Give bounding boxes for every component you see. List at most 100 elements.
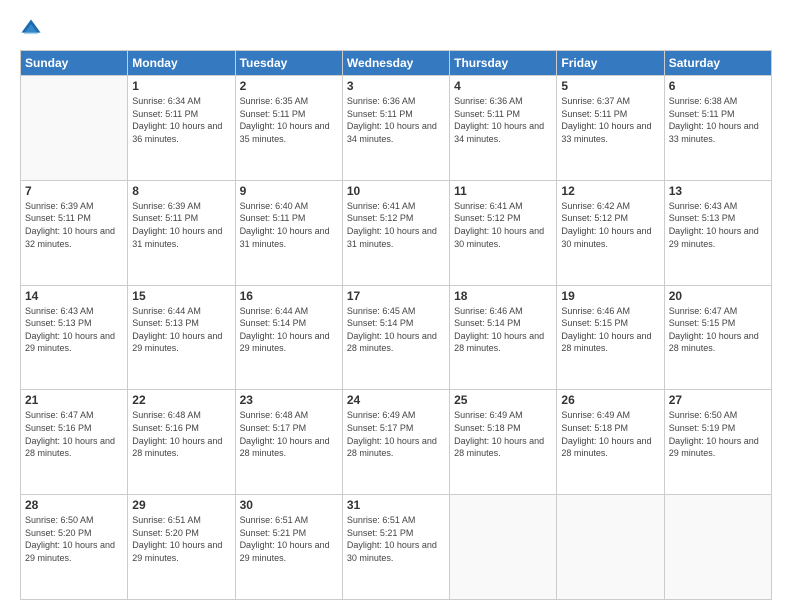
day-number: 14 [25, 289, 123, 303]
calendar-week-1: 1 Sunrise: 6:34 AMSunset: 5:11 PMDaylight… [21, 76, 772, 181]
day-number: 11 [454, 184, 552, 198]
day-number: 1 [132, 79, 230, 93]
calendar-week-2: 7Sunrise: 6:39 AMSunset: 5:11 PMDaylight… [21, 180, 772, 285]
day-info: Sunrise: 6:36 AMSunset: 5:11 PMDaylight:… [454, 95, 552, 145]
day-number: 17 [347, 289, 445, 303]
day-info: Sunrise: 6:46 AMSunset: 5:15 PMDaylight:… [561, 305, 659, 355]
day-number: 10 [347, 184, 445, 198]
calendar-day: 8Sunrise: 6:39 AMSunset: 5:11 PMDaylight… [128, 180, 235, 285]
day-number: 4 [454, 79, 552, 93]
calendar-day: 19 Sunrise: 6:46 AMSunset: 5:15 PMDayligh… [557, 285, 664, 390]
day-number: 26 [561, 393, 659, 407]
calendar-week-4: 21 Sunrise: 6:47 AMSunset: 5:16 PMDayligh… [21, 390, 772, 495]
calendar-day: 2 Sunrise: 6:35 AMSunset: 5:11 PMDaylight… [235, 76, 342, 181]
calendar-day: 26 Sunrise: 6:49 AMSunset: 5:18 PMDayligh… [557, 390, 664, 495]
day-info: Sunrise: 6:49 AMSunset: 5:18 PMDaylight:… [561, 409, 659, 459]
weekday-header-friday: Friday [557, 51, 664, 76]
day-info: Sunrise: 6:50 AMSunset: 5:20 PMDaylight:… [25, 514, 123, 564]
day-number: 12 [561, 184, 659, 198]
calendar-day: 1 Sunrise: 6:34 AMSunset: 5:11 PMDaylight… [128, 76, 235, 181]
day-info: Sunrise: 6:49 AMSunset: 5:18 PMDaylight:… [454, 409, 552, 459]
calendar-day: 11 Sunrise: 6:41 AMSunset: 5:12 PMDayligh… [450, 180, 557, 285]
calendar-day: 17Sunrise: 6:45 AMSunset: 5:14 PMDayligh… [342, 285, 449, 390]
calendar-day: 23 Sunrise: 6:48 AMSunset: 5:17 PMDayligh… [235, 390, 342, 495]
day-number: 23 [240, 393, 338, 407]
day-number: 6 [669, 79, 767, 93]
day-info: Sunrise: 6:51 AMSunset: 5:20 PMDaylight:… [132, 514, 230, 564]
day-info: Sunrise: 6:42 AMSunset: 5:12 PMDaylight:… [561, 200, 659, 250]
calendar-day: 10 Sunrise: 6:41 AMSunset: 5:12 PMDayligh… [342, 180, 449, 285]
day-number: 15 [132, 289, 230, 303]
day-info: Sunrise: 6:34 AMSunset: 5:11 PMDaylight:… [132, 95, 230, 145]
day-info: Sunrise: 6:47 AMSunset: 5:16 PMDaylight:… [25, 409, 123, 459]
day-number: 3 [347, 79, 445, 93]
calendar-day [664, 495, 771, 600]
weekday-header-sunday: Sunday [21, 51, 128, 76]
day-number: 9 [240, 184, 338, 198]
day-number: 13 [669, 184, 767, 198]
day-number: 28 [25, 498, 123, 512]
day-info: Sunrise: 6:40 AMSunset: 5:11 PMDaylight:… [240, 200, 338, 250]
weekday-header-thursday: Thursday [450, 51, 557, 76]
header [20, 18, 772, 40]
day-info: Sunrise: 6:37 AMSunset: 5:11 PMDaylight:… [561, 95, 659, 145]
weekday-header-tuesday: Tuesday [235, 51, 342, 76]
calendar-day: 24 Sunrise: 6:49 AMSunset: 5:17 PMDayligh… [342, 390, 449, 495]
calendar-day [450, 495, 557, 600]
day-info: Sunrise: 6:48 AMSunset: 5:17 PMDaylight:… [240, 409, 338, 459]
day-number: 18 [454, 289, 552, 303]
calendar-day: 18 Sunrise: 6:46 AMSunset: 5:14 PMDayligh… [450, 285, 557, 390]
calendar-day: 13 Sunrise: 6:43 AMSunset: 5:13 PMDayligh… [664, 180, 771, 285]
day-number: 22 [132, 393, 230, 407]
day-info: Sunrise: 6:39 AMSunset: 5:11 PMDaylight:… [25, 200, 123, 250]
calendar-day: 21 Sunrise: 6:47 AMSunset: 5:16 PMDayligh… [21, 390, 128, 495]
day-info: Sunrise: 6:51 AMSunset: 5:21 PMDaylight:… [240, 514, 338, 564]
day-number: 25 [454, 393, 552, 407]
day-number: 21 [25, 393, 123, 407]
weekday-header-row: SundayMondayTuesdayWednesdayThursdayFrid… [21, 51, 772, 76]
calendar-day: 3 Sunrise: 6:36 AMSunset: 5:11 PMDaylight… [342, 76, 449, 181]
day-info: Sunrise: 6:41 AMSunset: 5:12 PMDaylight:… [454, 200, 552, 250]
day-info: Sunrise: 6:36 AMSunset: 5:11 PMDaylight:… [347, 95, 445, 145]
calendar-day: 4 Sunrise: 6:36 AMSunset: 5:11 PMDaylight… [450, 76, 557, 181]
day-number: 30 [240, 498, 338, 512]
day-number: 24 [347, 393, 445, 407]
day-number: 2 [240, 79, 338, 93]
calendar-day: 20 Sunrise: 6:47 AMSunset: 5:15 PMDayligh… [664, 285, 771, 390]
day-number: 31 [347, 498, 445, 512]
day-number: 20 [669, 289, 767, 303]
day-number: 16 [240, 289, 338, 303]
calendar-day: 12 Sunrise: 6:42 AMSunset: 5:12 PMDayligh… [557, 180, 664, 285]
day-info: Sunrise: 6:47 AMSunset: 5:15 PMDaylight:… [669, 305, 767, 355]
calendar-day [557, 495, 664, 600]
day-info: Sunrise: 6:39 AMSunset: 5:11 PMDaylight:… [132, 200, 230, 250]
calendar-day: 6 Sunrise: 6:38 AMSunset: 5:11 PMDaylight… [664, 76, 771, 181]
logo-icon [20, 18, 42, 40]
calendar-day: 22 Sunrise: 6:48 AMSunset: 5:16 PMDayligh… [128, 390, 235, 495]
day-number: 19 [561, 289, 659, 303]
weekday-header-wednesday: Wednesday [342, 51, 449, 76]
calendar-week-3: 14Sunrise: 6:43 AMSunset: 5:13 PMDayligh… [21, 285, 772, 390]
day-info: Sunrise: 6:43 AMSunset: 5:13 PMDaylight:… [669, 200, 767, 250]
calendar-day: 15Sunrise: 6:44 AMSunset: 5:13 PMDayligh… [128, 285, 235, 390]
day-number: 29 [132, 498, 230, 512]
day-info: Sunrise: 6:41 AMSunset: 5:12 PMDaylight:… [347, 200, 445, 250]
calendar-day: 29 Sunrise: 6:51 AMSunset: 5:20 PMDayligh… [128, 495, 235, 600]
weekday-header-saturday: Saturday [664, 51, 771, 76]
calendar-day: 5Sunrise: 6:37 AMSunset: 5:11 PMDaylight… [557, 76, 664, 181]
calendar-day: 16Sunrise: 6:44 AMSunset: 5:14 PMDayligh… [235, 285, 342, 390]
calendar-day: 28 Sunrise: 6:50 AMSunset: 5:20 PMDayligh… [21, 495, 128, 600]
calendar-day: 14Sunrise: 6:43 AMSunset: 5:13 PMDayligh… [21, 285, 128, 390]
calendar-day [21, 76, 128, 181]
day-info: Sunrise: 6:35 AMSunset: 5:11 PMDaylight:… [240, 95, 338, 145]
day-info: Sunrise: 6:38 AMSunset: 5:11 PMDaylight:… [669, 95, 767, 145]
day-info: Sunrise: 6:49 AMSunset: 5:17 PMDaylight:… [347, 409, 445, 459]
calendar-week-5: 28 Sunrise: 6:50 AMSunset: 5:20 PMDayligh… [21, 495, 772, 600]
day-info: Sunrise: 6:46 AMSunset: 5:14 PMDaylight:… [454, 305, 552, 355]
calendar-day: 9 Sunrise: 6:40 AMSunset: 5:11 PMDaylight… [235, 180, 342, 285]
day-number: 27 [669, 393, 767, 407]
day-info: Sunrise: 6:48 AMSunset: 5:16 PMDaylight:… [132, 409, 230, 459]
calendar-day: 25 Sunrise: 6:49 AMSunset: 5:18 PMDayligh… [450, 390, 557, 495]
weekday-header-monday: Monday [128, 51, 235, 76]
calendar-day: 7Sunrise: 6:39 AMSunset: 5:11 PMDaylight… [21, 180, 128, 285]
